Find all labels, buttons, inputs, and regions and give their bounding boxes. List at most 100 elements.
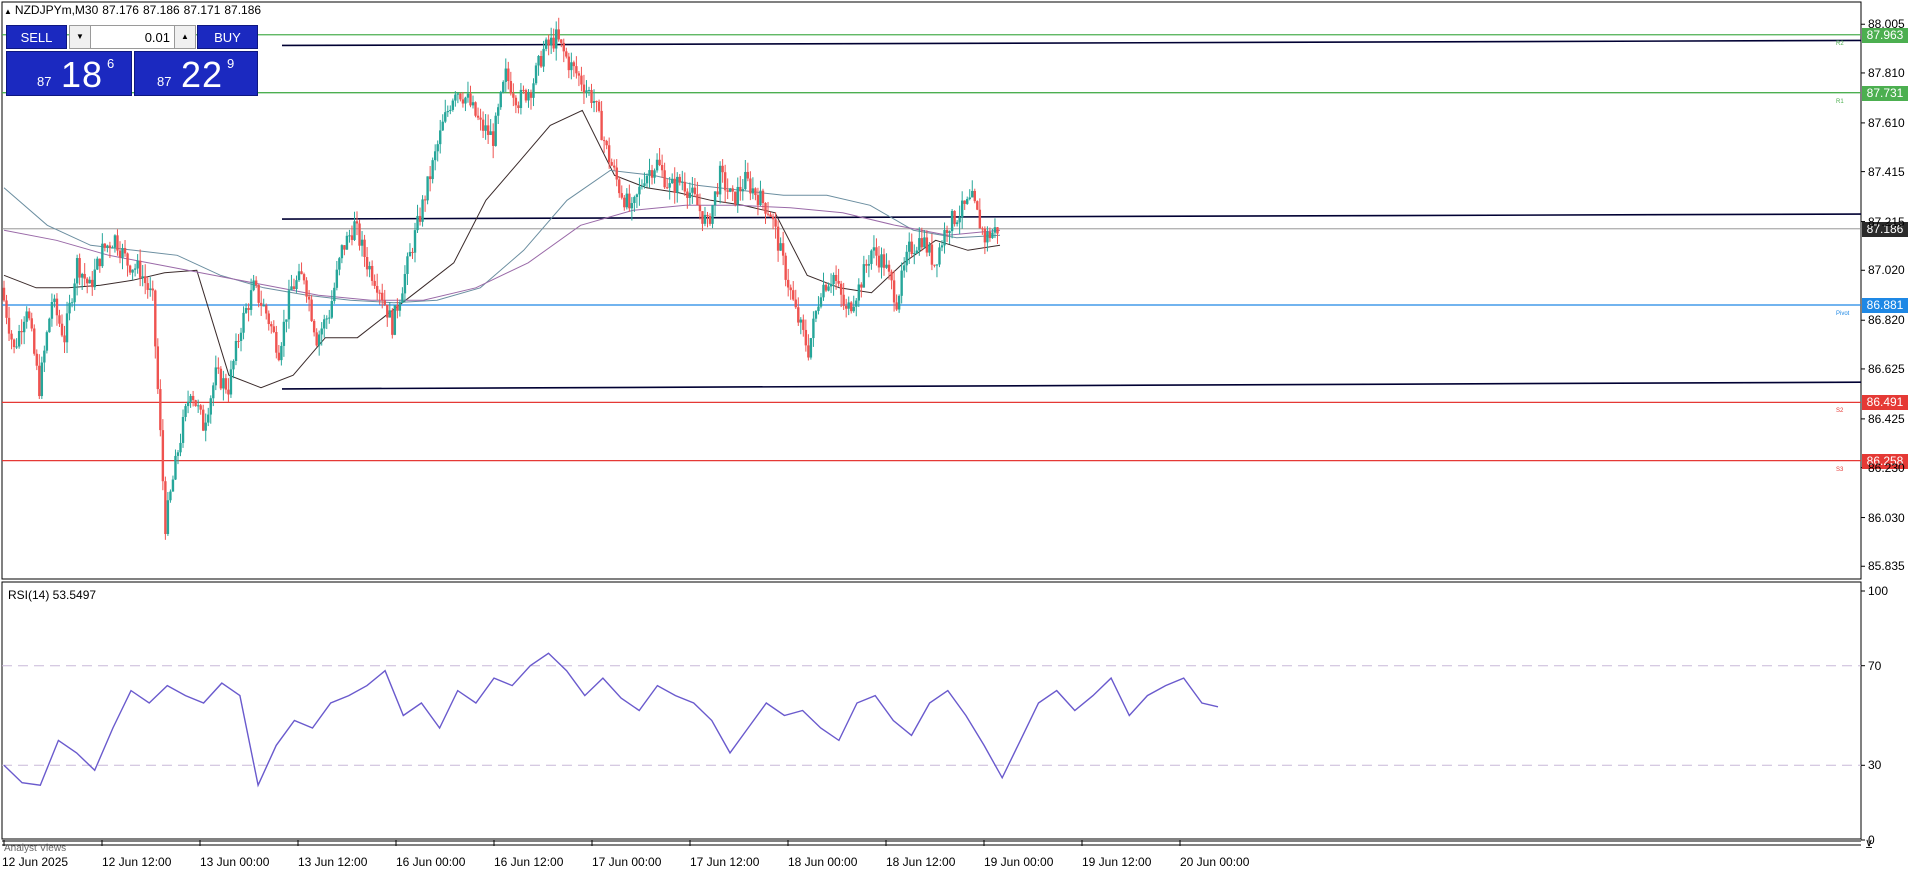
y-tick-label: 87.020 [1868, 263, 1905, 278]
candle-body [174, 455, 177, 480]
candle-body [55, 298, 59, 316]
candle-body [577, 73, 581, 76]
analyst-views-tab[interactable]: Analyst Views [4, 843, 92, 853]
candle-body [439, 130, 442, 145]
candle-body [844, 305, 848, 309]
candle-body [953, 210, 956, 225]
candle-body [532, 83, 535, 98]
x-tick-label: 19 Jun 00:00 [984, 855, 1054, 869]
candle-body [378, 292, 381, 294]
candle-body [905, 251, 908, 266]
candle-body [75, 258, 79, 284]
candle-body [358, 223, 361, 246]
candle-body [363, 239, 366, 257]
candle-body [297, 271, 301, 281]
candle-body [792, 290, 795, 300]
candle-body [708, 216, 712, 224]
candle-body [207, 414, 210, 423]
candle-body [847, 302, 850, 309]
candle-body [718, 165, 722, 195]
candle-body [78, 258, 81, 278]
candle-body [817, 306, 820, 311]
candle-body [771, 216, 775, 220]
x-tick-label: 17 Jun 00:00 [592, 855, 662, 869]
candle-body [797, 307, 800, 323]
candle-body [247, 308, 250, 310]
candle-body [365, 256, 369, 270]
candle-body [802, 319, 805, 330]
candle-body [118, 250, 122, 258]
lot-decrease-icon[interactable]: ▼ [69, 25, 91, 49]
candle-body [204, 422, 207, 431]
candle-body [887, 264, 891, 272]
candle-body [981, 228, 984, 230]
candle-body [413, 230, 417, 253]
candle-body [421, 199, 424, 222]
buy-quote[interactable]: 87 22 9 [134, 51, 258, 96]
candle-body [514, 97, 518, 106]
candle-body [744, 171, 747, 190]
candle-body [393, 305, 397, 335]
candle-body [918, 238, 921, 251]
candle-body [159, 389, 162, 431]
candle-body [456, 93, 460, 95]
candle-body [265, 305, 268, 314]
candle-body [70, 302, 74, 304]
candle-body [890, 271, 893, 281]
level-badge-r1: 87.731 [1862, 85, 1908, 101]
candle-body [865, 264, 868, 266]
candle-body [774, 219, 777, 227]
sell-quote[interactable]: 87 18 6 [6, 51, 132, 96]
candle-body [396, 305, 399, 311]
lot-size-input[interactable] [91, 25, 174, 49]
candle-body [539, 56, 543, 67]
candle-body [161, 430, 165, 482]
candle-body [7, 317, 11, 334]
candle-body [391, 310, 394, 335]
x-tick-label: 18 Jun 12:00 [886, 855, 956, 869]
candle-body [582, 84, 586, 93]
sell-button[interactable]: SELL [6, 25, 67, 49]
candle-body [562, 42, 565, 52]
candle-body [323, 319, 326, 329]
candle-body [723, 172, 727, 191]
candle-body [799, 319, 802, 323]
y-tick-label: 86.230 [1868, 460, 1905, 475]
candle-body [17, 331, 21, 347]
chart-canvas[interactable]: ⊻ [0, 0, 1916, 874]
candle-body [214, 367, 218, 386]
symbol-name: NZDJPYm,M30 [14, 3, 99, 17]
candle-body [842, 294, 845, 306]
rsi-tick-label: 30 [1868, 758, 1882, 773]
candle-body [101, 243, 104, 267]
candle-body [834, 274, 838, 281]
candle-body [575, 66, 578, 74]
candle-body [449, 109, 452, 112]
candle-body [915, 250, 918, 254]
candle-body [441, 121, 444, 131]
candle-body [184, 406, 187, 417]
candle-body [655, 159, 659, 171]
lot-increase-icon[interactable]: ▲ [174, 25, 196, 49]
candle-body [872, 247, 876, 251]
candle-body [360, 239, 364, 246]
candle-body [499, 92, 502, 108]
candle-body [113, 235, 117, 248]
candle-body [711, 205, 714, 224]
candle-body [920, 238, 924, 248]
candle-body [267, 313, 270, 325]
candle-body [426, 176, 429, 201]
candle-body [15, 346, 18, 348]
candle-body [794, 299, 797, 308]
candle-body [479, 117, 482, 120]
y-tick-label: 87.215 [1868, 214, 1905, 229]
y-tick-label: 86.425 [1868, 411, 1905, 426]
buy-button[interactable]: BUY [197, 25, 258, 49]
candle-body [534, 65, 538, 84]
candle-body [968, 197, 971, 200]
collapse-triangle-icon[interactable]: ▲ [4, 7, 12, 16]
candle-body [600, 110, 603, 141]
rsi-tick-label: 100 [1868, 584, 1889, 598]
candle-body [819, 297, 823, 307]
candle-body [734, 191, 737, 205]
